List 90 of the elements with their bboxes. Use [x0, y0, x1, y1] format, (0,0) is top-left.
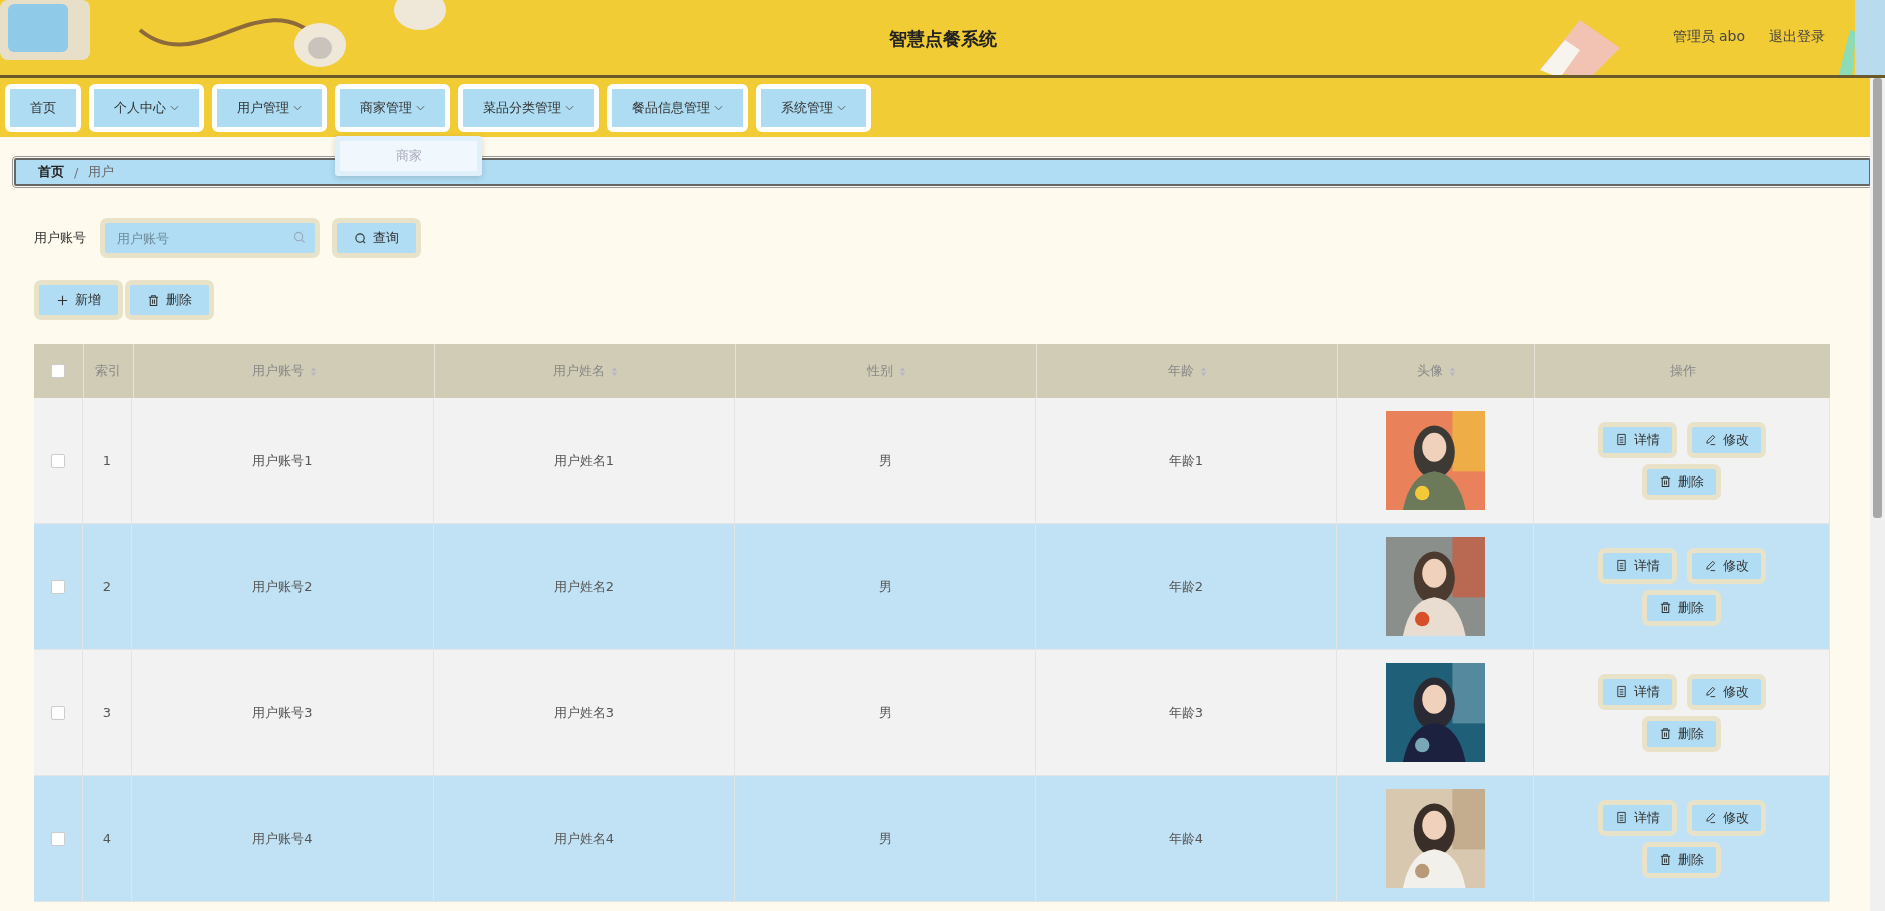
- column-header: 年龄: [1167, 362, 1194, 380]
- table-cell: 男: [878, 577, 892, 596]
- table-cell: 用户账号2: [252, 577, 313, 596]
- table-cell: 用户姓名2: [553, 577, 615, 596]
- table-cell: 用户账号3: [252, 703, 313, 722]
- sort-icon[interactable]: [1448, 365, 1456, 377]
- sort-icon[interactable]: [309, 365, 317, 377]
- table-cell: 1: [102, 453, 112, 468]
- nav-menu-item[interactable]: 首页: [5, 83, 81, 132]
- search-button[interactable]: 查询: [332, 218, 421, 258]
- table-cell: 用户账号4: [252, 829, 313, 848]
- table-cell: 年龄2: [1168, 577, 1204, 596]
- table-cell: 用户姓名3: [553, 703, 615, 722]
- chevron-down-icon: [714, 104, 723, 111]
- nav-menu-item[interactable]: 用户管理: [212, 83, 327, 132]
- delete-button[interactable]: 删除: [1642, 463, 1721, 500]
- nav-menu-item[interactable]: 个人中心: [89, 83, 204, 132]
- edit-button[interactable]: 修改: [1686, 673, 1766, 710]
- sort-icon[interactable]: [1199, 365, 1207, 377]
- chevron-down-icon: [416, 104, 425, 111]
- logout-link[interactable]: 退出登录: [1769, 28, 1825, 46]
- pencil-icon: [1703, 811, 1717, 824]
- pencil-icon: [1703, 685, 1717, 698]
- document-icon: [1614, 685, 1628, 698]
- pencil-icon: [1703, 559, 1717, 572]
- sort-icon[interactable]: [898, 365, 906, 377]
- chevron-down-icon: [565, 104, 574, 111]
- table-cell: 男: [878, 703, 892, 722]
- edit-button[interactable]: 修改: [1686, 547, 1766, 584]
- chevron-down-icon: [837, 104, 846, 111]
- search-icon: [354, 231, 367, 245]
- table-cell: 3: [102, 705, 112, 720]
- chevron-down-icon: [170, 104, 179, 111]
- column-header: 用户账号: [251, 362, 304, 380]
- table-cell: 男: [878, 451, 892, 470]
- checkbox[interactable]: [51, 831, 65, 846]
- scrollbar[interactable]: [1870, 78, 1885, 911]
- table-cell: 用户姓名4: [553, 829, 615, 848]
- search-icon: [293, 231, 306, 244]
- nav-menu-item[interactable]: 系统管理: [756, 83, 871, 132]
- checkbox[interactable]: [51, 705, 65, 720]
- sort-icon[interactable]: [610, 365, 618, 377]
- trash-icon: [1659, 853, 1672, 866]
- app-title: 智慧点餐系统: [888, 27, 997, 51]
- table-cell: 年龄4: [1168, 829, 1204, 848]
- trash-icon: [147, 293, 160, 307]
- breadcrumb-link[interactable]: 首页: [38, 163, 64, 181]
- nav-menu-item[interactable]: 菜品分类管理: [458, 83, 599, 132]
- delete-button[interactable]: 删除: [1642, 589, 1721, 626]
- details-button[interactable]: 详情: [1597, 799, 1677, 836]
- table-cell: 4: [102, 831, 112, 846]
- document-icon: [1614, 811, 1628, 824]
- table-cell: 年龄3: [1168, 703, 1204, 722]
- column-header: 索引: [95, 362, 122, 380]
- plus-icon: [56, 293, 69, 307]
- pencil-icon: [1703, 433, 1717, 446]
- breadcrumb-separator: /: [74, 164, 79, 180]
- delete-button[interactable]: 删除: [1642, 841, 1721, 878]
- table-cell: 男: [878, 829, 892, 848]
- checkbox[interactable]: [51, 453, 65, 468]
- checkbox[interactable]: [51, 364, 66, 378]
- nav-menu-item[interactable]: 商家管理: [335, 83, 450, 132]
- document-icon: [1614, 433, 1628, 446]
- details-button[interactable]: 详情: [1597, 673, 1677, 710]
- column-header: 用户姓名: [552, 362, 605, 380]
- document-icon: [1614, 559, 1628, 572]
- table-cell: 2: [102, 579, 112, 594]
- search-field[interactable]: 用户账号: [100, 218, 320, 258]
- details-button[interactable]: 详情: [1597, 547, 1677, 584]
- checkbox[interactable]: [51, 579, 65, 594]
- details-button[interactable]: 详情: [1597, 421, 1677, 458]
- breadcrumb-link[interactable]: 用户: [88, 163, 115, 181]
- table-cell: 用户账号1: [252, 451, 313, 470]
- edit-button[interactable]: 修改: [1686, 421, 1766, 458]
- delete-button[interactable]: 删除: [1642, 715, 1721, 752]
- user-name: 管理员 abo: [1672, 28, 1745, 46]
- trash-icon: [1659, 475, 1672, 488]
- column-header: 操作: [1669, 362, 1696, 380]
- column-header: 头像: [1416, 362, 1443, 380]
- table-cell: 年龄1: [1168, 451, 1204, 470]
- add-button[interactable]: 新增: [34, 280, 123, 320]
- trash-icon: [1659, 601, 1672, 614]
- chevron-down-icon: [293, 104, 302, 111]
- table-cell: 用户姓名1: [553, 451, 615, 470]
- delete-button[interactable]: 删除: [125, 280, 214, 320]
- trash-icon: [1659, 727, 1672, 740]
- column-header: 性别: [866, 362, 893, 380]
- field-label: 用户账号: [34, 229, 86, 247]
- edit-button[interactable]: 修改: [1686, 799, 1766, 836]
- nav-menu-item[interactable]: 餐品信息管理: [607, 83, 748, 132]
